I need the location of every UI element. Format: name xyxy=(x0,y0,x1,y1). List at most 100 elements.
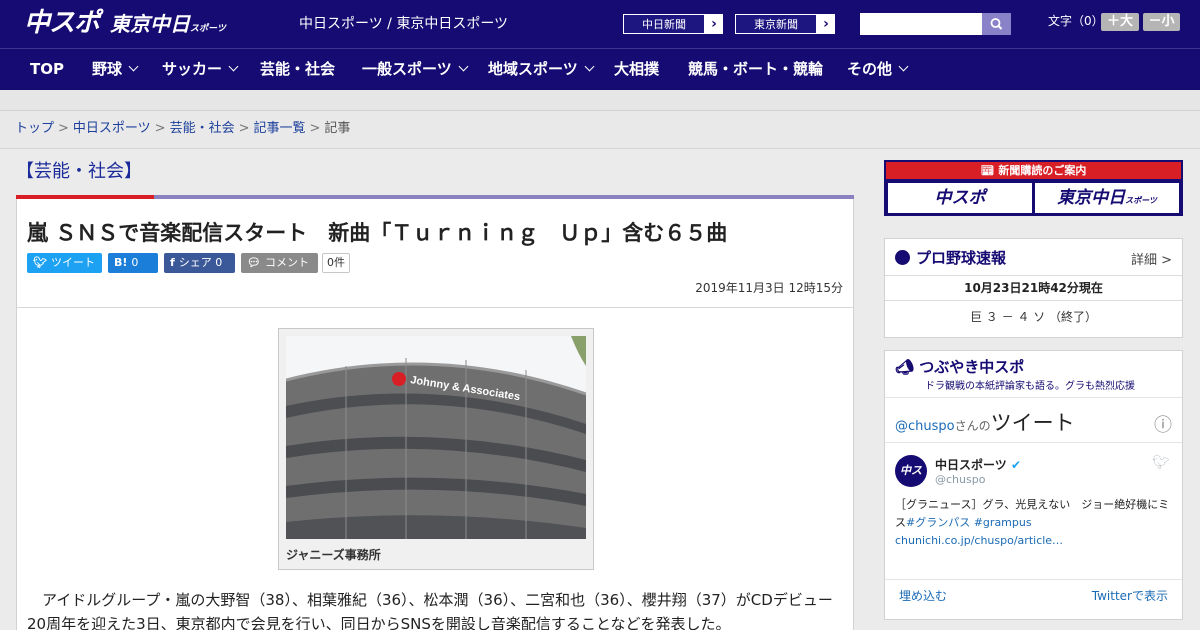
article-photo[interactable]: Johnny & Associates xyxy=(286,336,586,539)
breadcrumb: トップ > 中日スポーツ > 芸能・社会 > 記事一覧 > 記事 xyxy=(0,111,1200,149)
comment-count: 0件 xyxy=(322,253,350,273)
font-size-label: 文字（0） xyxy=(1048,14,1104,28)
font-smaller-button[interactable]: －小 xyxy=(1143,13,1180,31)
search-input[interactable] xyxy=(860,13,982,35)
category-title: 【芸能・社会】 xyxy=(16,161,142,182)
font-larger-button[interactable]: ＋大 xyxy=(1101,13,1139,31)
hatena-bookmark-button[interactable]: B! 0 xyxy=(108,253,158,273)
facebook-count: 0 xyxy=(215,256,223,269)
paper-link-label: 東京新聞 xyxy=(735,14,817,34)
baseball-update-time: 10月23日21時42分現在 xyxy=(885,275,1182,301)
chevron-down-icon xyxy=(584,61,595,72)
tweet-card[interactable]: 中スポ 中日スポーツ ✔ @chuspo 🐦︎ ［グラニュース］グラ、光見えない… xyxy=(885,443,1182,579)
tsubuyaki-subtitle: ドラ観戦の本紙評論家も語る。グラも熱烈応援 xyxy=(925,381,1135,392)
baseball-scoreboard-title: プロ野球速報 xyxy=(895,248,1006,268)
nav-item-baseball[interactable]: 野球 xyxy=(92,49,139,90)
breadcrumb-entertainment[interactable]: 芸能・社会 xyxy=(170,121,235,136)
nav-item-other[interactable]: その他 xyxy=(847,49,909,90)
chevron-down-icon xyxy=(458,61,469,72)
verified-badge-icon: ✔ xyxy=(1010,458,1022,472)
main-nav: TOP 野球 サッカー 芸能・社会 一般スポーツ 地域スポーツ 大相撲 競馬・ボ… xyxy=(0,48,1200,90)
nav-item-label: 地域スポーツ xyxy=(488,60,578,78)
tweet-account-name-text: 中日スポーツ xyxy=(935,458,1007,472)
breadcrumb-current: 記事 xyxy=(324,121,351,136)
site-names: 中日スポーツ / 東京中日スポーツ xyxy=(299,16,509,32)
facebook-icon: f xyxy=(170,256,175,269)
nav-item-label: 芸能・社会 xyxy=(260,60,336,78)
baseball-scoreboard-title-text: プロ野球速報 xyxy=(916,249,1007,267)
nav-item-label: 一般スポーツ xyxy=(362,60,452,78)
tweet-text: ［グラニュース］グラ、光見えない ジョー絶好機にミス#グランパス #grampu… xyxy=(895,496,1175,550)
timeline-title: ツイート xyxy=(990,411,1075,435)
logo-sub-small-text: スポーツ xyxy=(190,24,226,34)
chevron-down-icon xyxy=(898,61,909,72)
article-headline: 嵐 ＳＮＳで音楽配信スタート 新曲「Ｔｕｒｎｉｎｇ Ｕｐ」含む６５曲 xyxy=(27,221,728,245)
embed-link[interactable]: 埋め込む xyxy=(899,587,947,604)
search-button[interactable] xyxy=(982,13,1011,35)
nav-item-general-sports[interactable]: 一般スポーツ xyxy=(362,49,469,90)
tweet-account-name[interactable]: 中日スポーツ ✔ xyxy=(935,456,1021,473)
logo-sub-text: 東京中日 xyxy=(110,12,190,36)
baseball-icon xyxy=(895,250,910,265)
tokyo-chunichi-logo[interactable]: 東京中日スポーツ xyxy=(110,11,226,42)
comment-button[interactable]: 💬︎ コメント xyxy=(241,253,318,273)
breadcrumb-separator: > xyxy=(58,121,69,136)
subscription-promo-title: 📰︎ 新聞購読のご案内 xyxy=(886,162,1181,179)
chuspo-logo[interactable]: 中スポ xyxy=(24,8,100,38)
baseball-score-row[interactable]: 巨 ３ － ４ ソ （終了） xyxy=(885,307,1182,327)
breadcrumb-top[interactable]: トップ xyxy=(15,121,54,136)
breadcrumb-separator: > xyxy=(238,121,250,136)
avatar[interactable]: 中スポ xyxy=(895,455,927,509)
view-on-twitter-link[interactable]: Twitterで表示 xyxy=(1092,587,1168,604)
top-header: 中スポ 東京中日スポーツ 中日スポーツ / 東京中日スポーツ 中日新聞 › 東京… xyxy=(0,0,1200,48)
widget-divider xyxy=(885,579,1182,580)
baseball-scoreboard: プロ野球速報 詳細 > 10月23日21時42分現在 巨 ３ － ４ ソ （終了… xyxy=(884,238,1183,338)
subscribe-chuspo-button[interactable]: 中スポ xyxy=(888,183,1032,213)
subscribe-button-text: 東京中日 xyxy=(1057,188,1126,208)
tweet-account-handle[interactable]: @chuspo xyxy=(935,473,985,486)
speech-bubble-icon: 💬︎ xyxy=(247,256,261,269)
tweet-hashtag[interactable]: #グランパス xyxy=(906,516,970,529)
tweet-button-label: ツイート xyxy=(50,256,95,269)
article-divider xyxy=(17,307,853,308)
twitter-bird-icon[interactable]: 🐦︎ xyxy=(1152,455,1170,471)
timeline-header: @chuspoさんのツイート xyxy=(895,407,1075,437)
chunichi-shimbun-link[interactable]: 中日新聞 › xyxy=(622,13,724,35)
publish-date: 2019年11月3日 12時15分 xyxy=(695,281,843,295)
tsubuyaki-title-text: つぶやき中スポ xyxy=(919,358,1025,376)
subscribe-tokyo-chunichi-button[interactable]: 東京中日スポーツ xyxy=(1035,183,1179,213)
search-icon xyxy=(990,18,1003,30)
paper-link-label: 中日新聞 xyxy=(623,14,705,34)
chevron-right-icon: › xyxy=(711,16,717,32)
nav-item-label: 競馬・ボート・競輪 xyxy=(688,60,824,78)
megaphone-icon: 📣︎ xyxy=(895,358,915,376)
facebook-share-label: シェア xyxy=(178,256,212,269)
hatena-icon: B! xyxy=(114,256,128,269)
breadcrumb-chunichi-sports[interactable]: 中日スポーツ xyxy=(73,121,151,136)
tweet-hashtag[interactable]: #grampus xyxy=(974,516,1032,529)
subscription-promo-title-text: 新聞購読のご案内 xyxy=(998,164,1087,177)
facebook-share-button[interactable]: f シェア 0 xyxy=(164,253,235,273)
timeline-handle-link[interactable]: @chuspo xyxy=(895,419,955,434)
chevron-down-icon xyxy=(128,61,139,72)
nav-item-label: その他 xyxy=(847,60,893,78)
nav-item-racing[interactable]: 競馬・ボート・競輪 xyxy=(688,49,823,90)
article-card: 嵐 ＳＮＳで音楽配信スタート 新曲「Ｔｕｒｎｉｎｇ Ｕｐ」含む６５曲 🐦︎ ツイー… xyxy=(16,199,854,630)
breadcrumb-separator: > xyxy=(154,121,166,136)
subscribe-button-small-text: スポーツ xyxy=(1125,196,1157,205)
breadcrumb-article-list[interactable]: 記事一覧 xyxy=(254,121,306,136)
nav-item-local-sports[interactable]: 地域スポーツ xyxy=(488,49,595,90)
tweet-link[interactable]: chunichi.co.jp/chuspo/article… xyxy=(895,534,1063,547)
hatena-count: 0 xyxy=(131,256,139,269)
nav-item-soccer[interactable]: サッカー xyxy=(162,49,239,90)
info-icon[interactable]: ⓘ xyxy=(1154,411,1172,437)
twitter-widget: 📣︎ つぶやき中スポ ドラ観戦の本紙評論家も語る。グラも熱烈応援 @chuspo… xyxy=(884,350,1183,620)
tweet-button[interactable]: 🐦︎ ツイート xyxy=(27,253,102,273)
nav-item-sumo[interactable]: 大相撲 xyxy=(614,49,659,90)
nav-item-top[interactable]: TOP xyxy=(30,49,64,90)
tokyo-shimbun-link[interactable]: 東京新聞 › xyxy=(734,13,836,35)
baseball-detail-link[interactable]: 詳細 > xyxy=(1131,249,1172,268)
tsubuyaki-title: 📣︎ つぶやき中スポ xyxy=(895,357,1024,377)
nav-item-entertainment[interactable]: 芸能・社会 xyxy=(260,49,335,90)
spacer-strip xyxy=(0,90,1200,111)
